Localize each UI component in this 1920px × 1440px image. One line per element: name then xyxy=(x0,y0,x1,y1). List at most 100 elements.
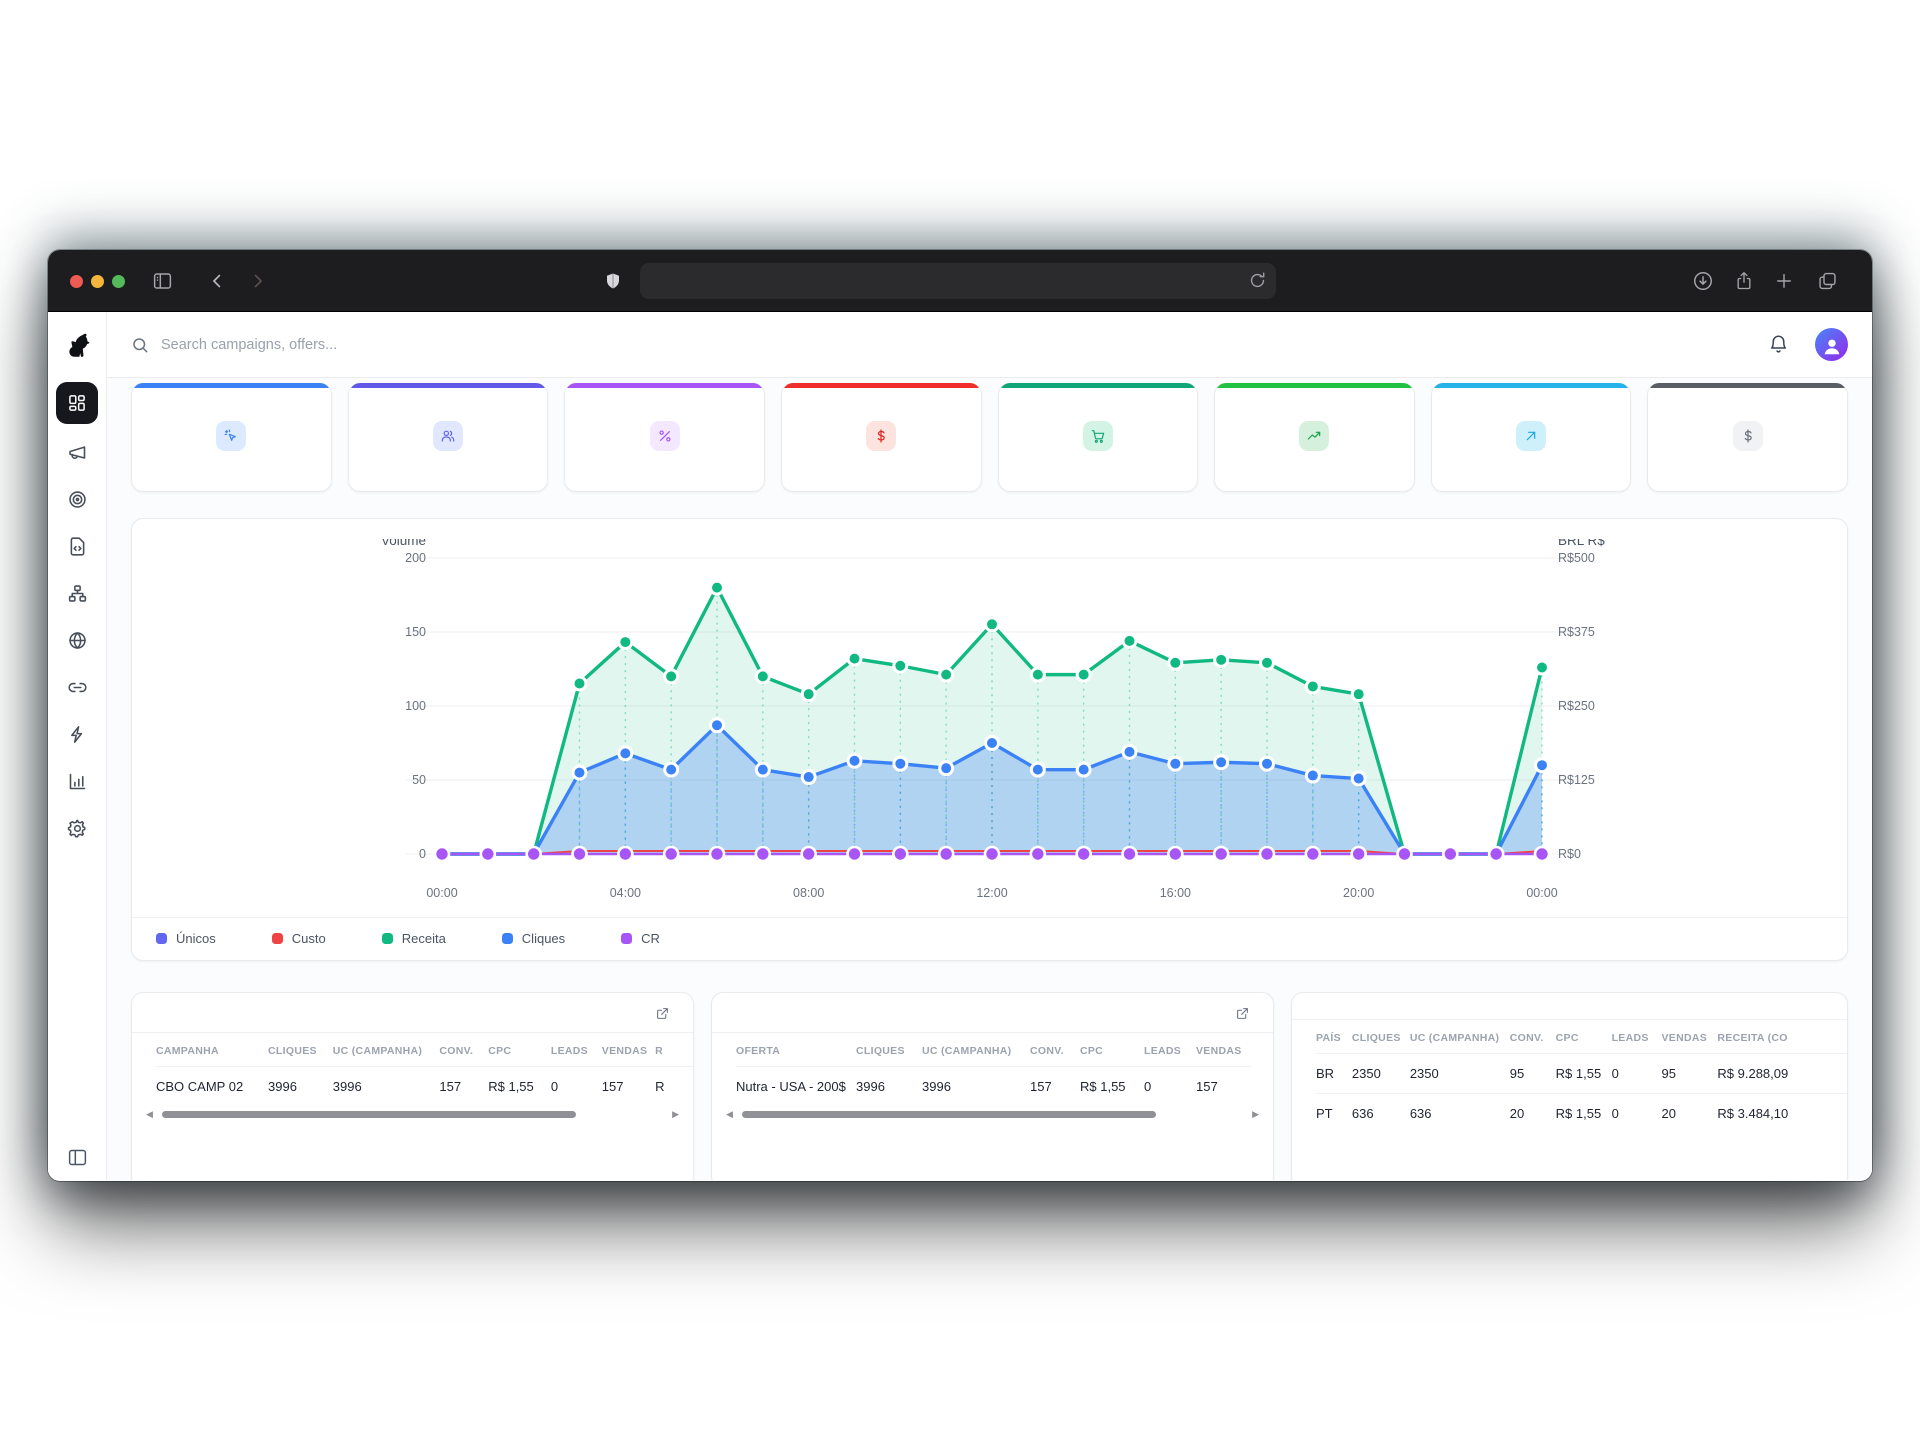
legend-swatch xyxy=(621,933,632,944)
kpi-row xyxy=(131,383,1848,492)
horizontal-scrollbar[interactable]: ◀ ▶ xyxy=(132,1106,693,1119)
column-header[interactable]: VENDAS xyxy=(602,1033,655,1067)
forward-icon[interactable] xyxy=(248,271,267,290)
table-row[interactable]: PT63663620R$ 1,55020R$ 3.484,10 xyxy=(1316,1094,1847,1134)
new-tab-icon[interactable] xyxy=(1774,271,1794,291)
column-header[interactable]: UC (CAMPANHA) xyxy=(1410,1020,1510,1054)
ver-todos-link[interactable] xyxy=(1230,1007,1249,1020)
scroll-right-icon[interactable]: ▶ xyxy=(1252,1110,1259,1119)
column-header[interactable]: CONV. xyxy=(439,1033,488,1067)
ver-todos-link[interactable] xyxy=(650,1007,669,1020)
kpi-card-receita[interactable] xyxy=(998,383,1199,492)
table-row[interactable]: Nutra - USA - 200$39963996157R$ 1,550157 xyxy=(736,1067,1251,1107)
legend-swatch xyxy=(382,933,393,944)
column-header[interactable]: LEADS xyxy=(1612,1020,1662,1054)
scroll-left-icon[interactable]: ◀ xyxy=(146,1110,153,1119)
panel-collapse-icon[interactable] xyxy=(48,1147,106,1168)
table-row[interactable]: BR2350235095R$ 1,55095R$ 9.288,09 xyxy=(1316,1054,1847,1094)
legend-item-receita[interactable]: Receita xyxy=(382,931,446,946)
sidebar-item-dashboard-grid[interactable] xyxy=(56,382,98,424)
kpi-card-epc[interactable] xyxy=(1647,383,1848,492)
legend-item-únicos[interactable]: Únicos xyxy=(156,931,216,946)
column-header[interactable]: OFERTA xyxy=(736,1033,856,1067)
dollar-icon xyxy=(1733,421,1763,451)
search-input[interactable] xyxy=(161,337,581,353)
scrollbar-thumb[interactable] xyxy=(162,1111,576,1118)
kpi-card-lucro[interactable] xyxy=(1214,383,1415,492)
column-header[interactable]: CAMPANHA xyxy=(156,1033,268,1067)
kpi-card-custo[interactable] xyxy=(781,383,982,492)
percent-icon xyxy=(650,421,680,451)
minimize-button[interactable] xyxy=(91,275,104,288)
sidebar-item-sitemap[interactable] xyxy=(58,574,96,612)
traffic-chart-card: 200R$500150R$375100R$25050R$1250R$0Volum… xyxy=(131,518,1848,961)
column-header[interactable]: UC (CAMPANHA) xyxy=(333,1033,440,1067)
sidebar-item-gear[interactable] xyxy=(58,809,96,847)
bell-icon[interactable] xyxy=(1768,334,1789,355)
panel-left-icon[interactable] xyxy=(152,270,173,291)
shield-icon[interactable] xyxy=(604,271,622,291)
kpi-card-roi[interactable] xyxy=(1431,383,1632,492)
table-row[interactable]: CBO CAMP 0239963996157R$ 1,550157R xyxy=(156,1067,693,1107)
column-header[interactable]: CONV. xyxy=(1030,1033,1080,1067)
app-logo[interactable] xyxy=(48,312,106,378)
kpi-accent xyxy=(1432,383,1631,388)
external-link-icon xyxy=(656,1007,669,1020)
back-icon[interactable] xyxy=(208,271,227,290)
sidebar-item-link[interactable] xyxy=(58,668,96,706)
column-header[interactable]: VENDAS xyxy=(1196,1033,1251,1067)
close-button[interactable] xyxy=(70,275,83,288)
legend-item-cliques[interactable]: Cliques xyxy=(502,931,565,946)
kpi-card-cr[interactable] xyxy=(564,383,765,492)
svg-text:00:00: 00:00 xyxy=(426,886,457,900)
url-bar[interactable] xyxy=(640,263,1276,299)
column-header[interactable]: CLIQUES xyxy=(1352,1020,1410,1054)
column-header[interactable]: CLIQUES xyxy=(268,1033,333,1067)
download-icon[interactable] xyxy=(1692,270,1714,292)
column-header[interactable]: R xyxy=(655,1033,693,1067)
kpi-card-únicos[interactable] xyxy=(348,383,549,492)
sidebar-item-target[interactable] xyxy=(58,480,96,518)
column-header[interactable]: UC (CAMPANHA) xyxy=(922,1033,1030,1067)
sidebar-item-globe[interactable] xyxy=(58,621,96,659)
svg-text:BRL R$: BRL R$ xyxy=(1558,539,1605,548)
zoom-button[interactable] xyxy=(112,275,125,288)
app-topbar xyxy=(107,312,1872,378)
scrollbar-thumb[interactable] xyxy=(742,1111,1156,1118)
column-header[interactable]: CPC xyxy=(1556,1020,1612,1054)
sidebar-item-megaphone[interactable] xyxy=(58,433,96,471)
column-header[interactable]: CLIQUES xyxy=(856,1033,922,1067)
kpi-accent xyxy=(132,383,331,388)
tables-row: CAMPANHACLIQUESUC (CAMPANHA)CONV.CPCLEAD… xyxy=(131,992,1848,1180)
dollar-icon xyxy=(866,421,896,451)
svg-text:12:00: 12:00 xyxy=(976,886,1007,900)
sidebar-item-lightning[interactable] xyxy=(58,715,96,753)
sidebar-item-file-code[interactable] xyxy=(58,527,96,565)
column-header[interactable]: LEADS xyxy=(1144,1033,1196,1067)
tab-overview-icon[interactable] xyxy=(1817,270,1838,291)
browser-titlebar xyxy=(48,250,1872,312)
kpi-accent xyxy=(565,383,764,388)
reload-icon[interactable] xyxy=(1248,271,1267,290)
kpi-card-cliques[interactable] xyxy=(131,383,332,492)
column-header[interactable]: CONV. xyxy=(1510,1020,1556,1054)
scroll-left-icon[interactable]: ◀ xyxy=(726,1110,733,1119)
svg-text:00:00: 00:00 xyxy=(1526,886,1557,900)
dashboard-main: 200R$500150R$375100R$25050R$1250R$0Volum… xyxy=(107,378,1872,1180)
column-header[interactable]: LEADS xyxy=(551,1033,602,1067)
legend-item-cr[interactable]: CR xyxy=(621,931,660,946)
column-header[interactable]: VENDAS xyxy=(1661,1020,1717,1054)
column-header[interactable]: RECEITA (CO xyxy=(1717,1020,1847,1054)
legend-swatch xyxy=(502,933,513,944)
sidebar-item-bar-chart[interactable] xyxy=(58,762,96,800)
column-header[interactable]: PAÍS xyxy=(1316,1020,1352,1054)
share-icon[interactable] xyxy=(1734,270,1754,292)
column-header[interactable]: CPC xyxy=(1080,1033,1144,1067)
external-link-icon xyxy=(1236,1007,1249,1020)
scroll-right-icon[interactable]: ▶ xyxy=(672,1110,679,1119)
horizontal-scrollbar[interactable]: ◀ ▶ xyxy=(712,1106,1273,1119)
legend-label: Custo xyxy=(292,931,326,946)
avatar[interactable] xyxy=(1815,328,1848,361)
column-header[interactable]: CPC xyxy=(488,1033,551,1067)
legend-item-custo[interactable]: Custo xyxy=(272,931,326,946)
